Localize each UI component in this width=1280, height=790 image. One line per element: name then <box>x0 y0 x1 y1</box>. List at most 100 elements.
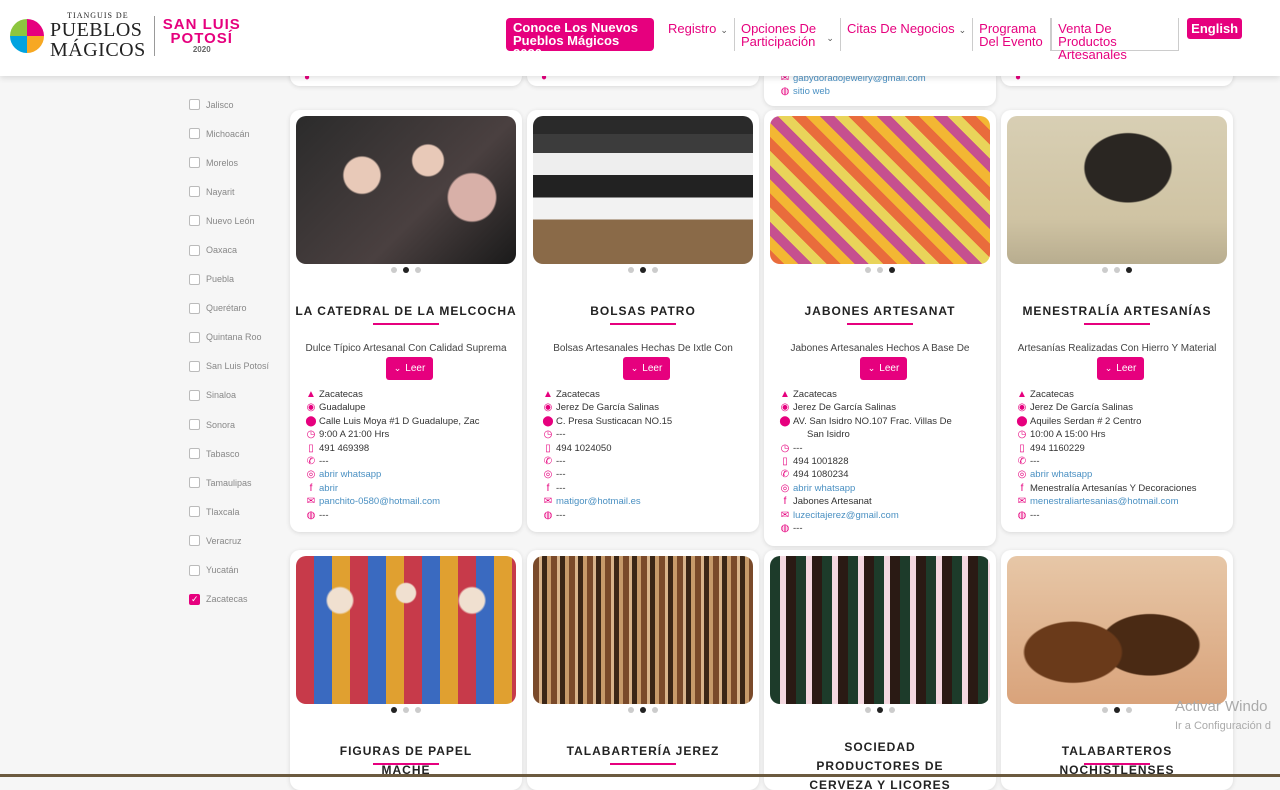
product-photo[interactable] <box>770 556 990 704</box>
carousel-dot[interactable] <box>628 267 634 273</box>
state-filter-item[interactable]: Tamaulipas <box>189 468 289 497</box>
product-photo[interactable] <box>533 556 753 704</box>
nav-new-pueblos-button[interactable]: Conoce Los Nuevos Pueblos Mágicos 2020 <box>506 18 654 60</box>
carousel-dot[interactable] <box>415 707 421 713</box>
carousel-dot[interactable] <box>628 707 634 713</box>
card-whatsapp[interactable]: abrir whatsapp <box>1030 468 1092 481</box>
product-card: TALABARTEROS NOCHISTLENSES <box>1001 550 1233 790</box>
carousel-dot[interactable] <box>1114 267 1120 273</box>
checkbox[interactable] <box>189 448 200 460</box>
card-email[interactable]: matigor@hotmail.es <box>556 495 641 508</box>
carousel-dot[interactable] <box>889 267 895 273</box>
state-filter-item[interactable]: Tlaxcala <box>189 497 289 526</box>
product-photo[interactable] <box>1007 116 1227 264</box>
card-whatsapp[interactable]: abrir whatsapp <box>319 468 381 481</box>
carousel-dot[interactable] <box>889 707 895 713</box>
checkbox[interactable] <box>189 389 200 401</box>
card-email[interactable]: menestraliartesanias@hotmail.com <box>1030 495 1179 508</box>
carousel-dot[interactable] <box>865 267 871 273</box>
state-filter-item[interactable]: Puebla <box>189 265 289 294</box>
card-facebook[interactable]: abrir <box>319 482 338 495</box>
product-card: LA CATEDRAL DE LA MELCOCHA Dulce Típico A… <box>290 110 522 532</box>
checkbox[interactable] <box>189 477 200 489</box>
checkbox[interactable] <box>189 331 200 343</box>
carousel-dot[interactable] <box>877 707 883 713</box>
card-description: Bolsas Artesanales Hechas De Ixtle Con <box>553 343 733 354</box>
leer-button[interactable]: ⌄ Leer <box>623 357 670 380</box>
state-filter-item[interactable]: Veracruz <box>189 526 289 555</box>
checkbox[interactable] <box>189 506 200 518</box>
product-card: BOLSAS PATRO Bolsas Artesanales Hechas De… <box>527 110 759 532</box>
checkbox[interactable] <box>189 302 200 314</box>
card-web-link[interactable]: sitio web <box>793 85 830 98</box>
product-photo[interactable] <box>770 116 990 264</box>
nav-registro[interactable]: Registro ⌄ <box>662 18 735 51</box>
carousel-dots <box>764 267 996 273</box>
state-filter-item[interactable]: Tabasco <box>189 439 289 468</box>
checkbox[interactable] <box>189 99 200 111</box>
carousel-dot[interactable] <box>640 267 646 273</box>
nav-opciones[interactable]: Opciones De Participación ⌄ <box>735 18 841 51</box>
carousel-dot[interactable] <box>1102 267 1108 273</box>
card-state: Zacatecas <box>793 389 837 400</box>
leer-button[interactable]: ⌄ Leer <box>386 357 433 380</box>
carousel-dot[interactable] <box>403 267 409 273</box>
carousel-dot[interactable] <box>1126 707 1132 713</box>
nav-venta-productos[interactable]: Venta De Productos Artesanales <box>1051 18 1180 61</box>
state-filter-item[interactable]: Yucatán <box>189 556 289 585</box>
card-email[interactable]: luzecitajerez@gmail.com <box>793 509 899 522</box>
state-filter-item[interactable]: Jalisco <box>189 90 289 119</box>
checkbox[interactable] <box>189 215 200 227</box>
state-filter-item[interactable]: Morelos <box>189 148 289 177</box>
carousel-dot[interactable] <box>391 267 397 273</box>
state-filter-item[interactable]: Querétaro <box>189 294 289 323</box>
state-filter-item[interactable]: Nuevo León <box>189 206 289 235</box>
carousel-dot[interactable] <box>1114 707 1120 713</box>
checkbox[interactable] <box>189 593 200 605</box>
carousel-dot[interactable] <box>403 707 409 713</box>
carousel-dot[interactable] <box>652 267 658 273</box>
carousel-dot[interactable] <box>865 707 871 713</box>
state-filter-item[interactable]: Nayarit <box>189 177 289 206</box>
checkbox[interactable] <box>189 535 200 547</box>
card-tel: --- <box>319 456 329 468</box>
carousel-dot[interactable] <box>877 267 883 273</box>
checkbox[interactable] <box>189 244 200 256</box>
leer-button[interactable]: ⌄ Leer <box>860 357 907 380</box>
product-photo[interactable] <box>1007 556 1227 704</box>
checkbox[interactable] <box>189 157 200 169</box>
product-photo[interactable] <box>296 116 516 264</box>
chevron-down-icon: ⌄ <box>393 363 402 373</box>
carousel-dot[interactable] <box>640 707 646 713</box>
carousel-dot[interactable] <box>415 267 421 273</box>
carousel-dot[interactable] <box>391 707 397 713</box>
carousel-dot[interactable] <box>1126 267 1132 273</box>
checkbox[interactable] <box>189 128 200 140</box>
state-filter-item[interactable]: Michoacán <box>189 119 289 148</box>
leer-button[interactable]: ⌄ Leer <box>1097 357 1144 380</box>
state-filter-item[interactable]: Zacatecas <box>189 585 289 614</box>
site-logo[interactable]: TIANGUIS DE PUEBLOS MÁGICOS SAN LUIS POT… <box>10 12 241 60</box>
state-filter-item[interactable]: Quintana Roo <box>189 323 289 352</box>
state-filter-item[interactable]: Sonora <box>189 410 289 439</box>
state-filter-item[interactable]: San Luis Potosí <box>189 352 289 381</box>
carousel-dot[interactable] <box>1102 707 1108 713</box>
language-english-button[interactable]: English <box>1187 18 1243 39</box>
checkbox[interactable] <box>189 186 200 198</box>
checkbox[interactable] <box>189 273 200 285</box>
checkbox[interactable] <box>189 360 200 372</box>
product-photo[interactable] <box>533 116 753 264</box>
card-email[interactable]: panchito-0580@hotmail.com <box>319 495 440 508</box>
nav-citas[interactable]: Citas De Negocios ⌄ <box>841 18 974 51</box>
checkbox[interactable] <box>189 419 200 431</box>
checkbox[interactable] <box>189 564 200 576</box>
product-photo[interactable] <box>296 556 516 704</box>
state-filter-item[interactable]: Oaxaca <box>189 235 289 264</box>
card-whatsapp[interactable]: abrir whatsapp <box>793 482 855 495</box>
nav-programa[interactable]: Programa Del Evento <box>973 18 1052 51</box>
state-filter-item[interactable]: Sinaloa <box>189 381 289 410</box>
carousel-dot[interactable] <box>652 707 658 713</box>
card-tel: 494 1080234 <box>793 469 849 481</box>
whatsapp-icon: ◎ <box>543 469 553 481</box>
state-filter-list: Jalisco Michoacán Morelos Nayarit Nuevo León… <box>189 90 289 614</box>
